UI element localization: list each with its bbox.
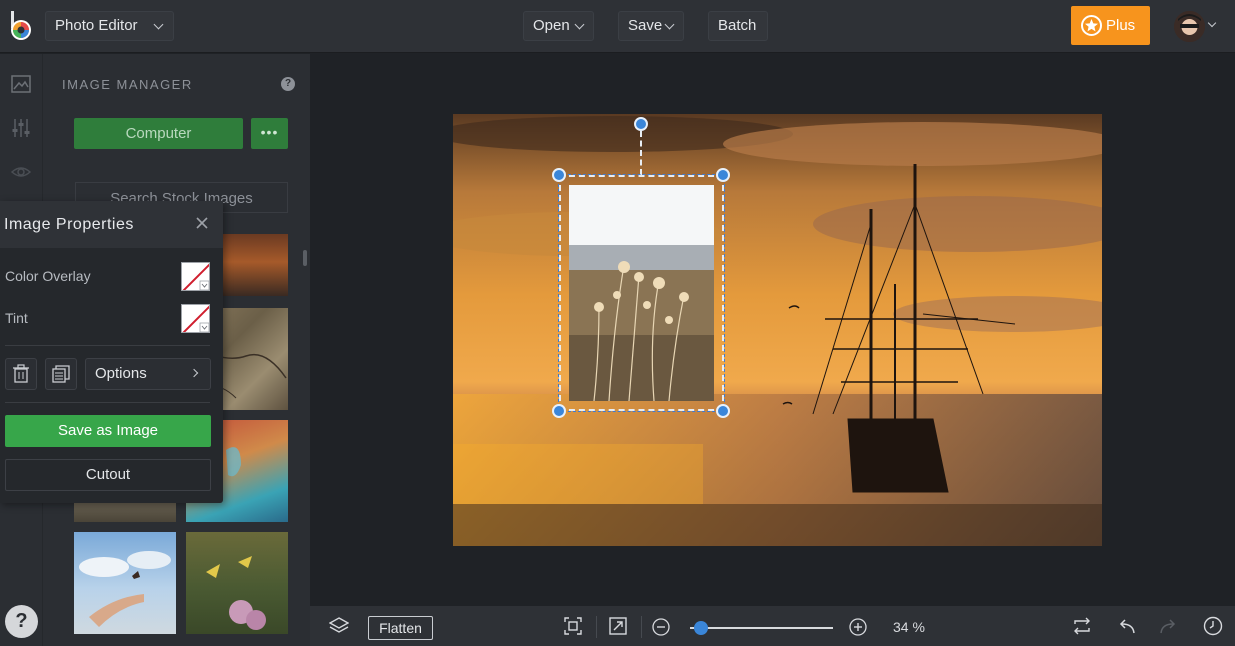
resize-handle-bottom-left[interactable] bbox=[552, 404, 566, 418]
user-avatar[interactable] bbox=[1174, 11, 1205, 42]
resize-handle-top-right[interactable] bbox=[716, 168, 730, 182]
selection-box[interactable] bbox=[558, 174, 725, 412]
zoom-in-icon[interactable] bbox=[849, 618, 867, 636]
more-sources-button[interactable]: ••• bbox=[251, 118, 288, 149]
image-properties-popover: Image Properties Color Overlay Tint Opti… bbox=[0, 201, 223, 503]
help-button[interactable]: ? bbox=[5, 605, 38, 638]
popover-title: Image Properties bbox=[4, 216, 134, 233]
resize-handle-top-left[interactable] bbox=[552, 168, 566, 182]
options-button[interactable]: Options bbox=[85, 358, 211, 390]
zoom-percentage: 34 % bbox=[893, 619, 925, 635]
chevron-down-icon[interactable] bbox=[1207, 18, 1217, 28]
chevron-down-icon bbox=[664, 19, 675, 30]
app-selector-dropdown[interactable]: Photo Editor bbox=[45, 11, 174, 41]
redo-icon bbox=[1160, 619, 1176, 634]
open-label: Open bbox=[533, 17, 570, 34]
chevron-right-icon bbox=[189, 368, 199, 378]
trash-icon bbox=[13, 364, 29, 383]
bottom-toolbar: Flatten 34 % bbox=[310, 606, 1235, 646]
batch-button[interactable]: Batch bbox=[708, 11, 768, 41]
swap-icon[interactable] bbox=[1072, 616, 1092, 636]
color-overlay-swatch[interactable] bbox=[181, 262, 210, 291]
zoom-out-icon[interactable] bbox=[652, 618, 670, 636]
zoom-slider-thumb[interactable] bbox=[694, 621, 709, 635]
image-icon[interactable] bbox=[11, 74, 31, 94]
actual-size-icon[interactable] bbox=[608, 616, 628, 636]
delete-button[interactable] bbox=[5, 358, 37, 390]
chevron-down-icon bbox=[153, 19, 164, 30]
batch-label: Batch bbox=[718, 17, 757, 34]
image-thumbnail[interactable] bbox=[74, 532, 176, 634]
image-thumbnail[interactable] bbox=[74, 501, 176, 522]
layers-icon[interactable] bbox=[329, 616, 349, 636]
duplicate-icon bbox=[52, 365, 70, 383]
plus-upgrade-button[interactable]: Plus bbox=[1071, 6, 1150, 45]
help-icon[interactable]: ? bbox=[281, 77, 295, 91]
app-selector-label: Photo Editor bbox=[55, 17, 138, 34]
fit-to-screen-icon[interactable] bbox=[563, 616, 583, 636]
tint-swatch[interactable] bbox=[181, 304, 210, 333]
separator bbox=[596, 616, 597, 638]
save-menu-button[interactable]: Save bbox=[618, 11, 684, 41]
zoom-slider-track[interactable] bbox=[690, 627, 833, 629]
rotate-handle[interactable] bbox=[634, 117, 648, 131]
cutout-button[interactable]: Cutout bbox=[5, 459, 211, 491]
rotation-handle-stem bbox=[640, 131, 642, 175]
eye-icon[interactable] bbox=[11, 162, 31, 182]
background-photo-ship-sunset[interactable] bbox=[453, 114, 1102, 546]
undo-icon[interactable] bbox=[1116, 616, 1136, 636]
resize-handle-bottom-right[interactable] bbox=[716, 404, 730, 418]
separator bbox=[641, 616, 642, 638]
duplicate-button[interactable] bbox=[45, 358, 77, 390]
sliders-icon[interactable] bbox=[11, 118, 31, 138]
top-toolbar: Photo Editor Open Save Batch Plus bbox=[0, 0, 1235, 53]
save-as-image-button[interactable]: Save as Image bbox=[5, 415, 211, 447]
flatten-button[interactable]: Flatten bbox=[368, 616, 433, 640]
panel-scrollbar[interactable] bbox=[303, 250, 307, 266]
computer-upload-button[interactable]: Computer bbox=[74, 118, 243, 149]
divider bbox=[5, 345, 210, 346]
befunky-logo[interactable] bbox=[8, 10, 38, 42]
divider bbox=[5, 402, 210, 403]
chevron-down-icon bbox=[574, 19, 585, 30]
image-thumbnail[interactable] bbox=[186, 532, 288, 634]
history-icon[interactable] bbox=[1203, 616, 1223, 636]
close-icon[interactable] bbox=[195, 216, 209, 230]
open-menu-button[interactable]: Open bbox=[523, 11, 594, 41]
popover-header: Image Properties bbox=[0, 201, 223, 248]
plus-label: Plus bbox=[1106, 17, 1136, 34]
panel-title: IMAGE MANAGER bbox=[62, 77, 193, 92]
options-label: Options bbox=[95, 365, 147, 382]
save-label: Save bbox=[628, 17, 663, 34]
color-overlay-label: Color Overlay bbox=[5, 268, 91, 284]
star-icon bbox=[1081, 15, 1102, 36]
tint-label: Tint bbox=[5, 310, 28, 326]
